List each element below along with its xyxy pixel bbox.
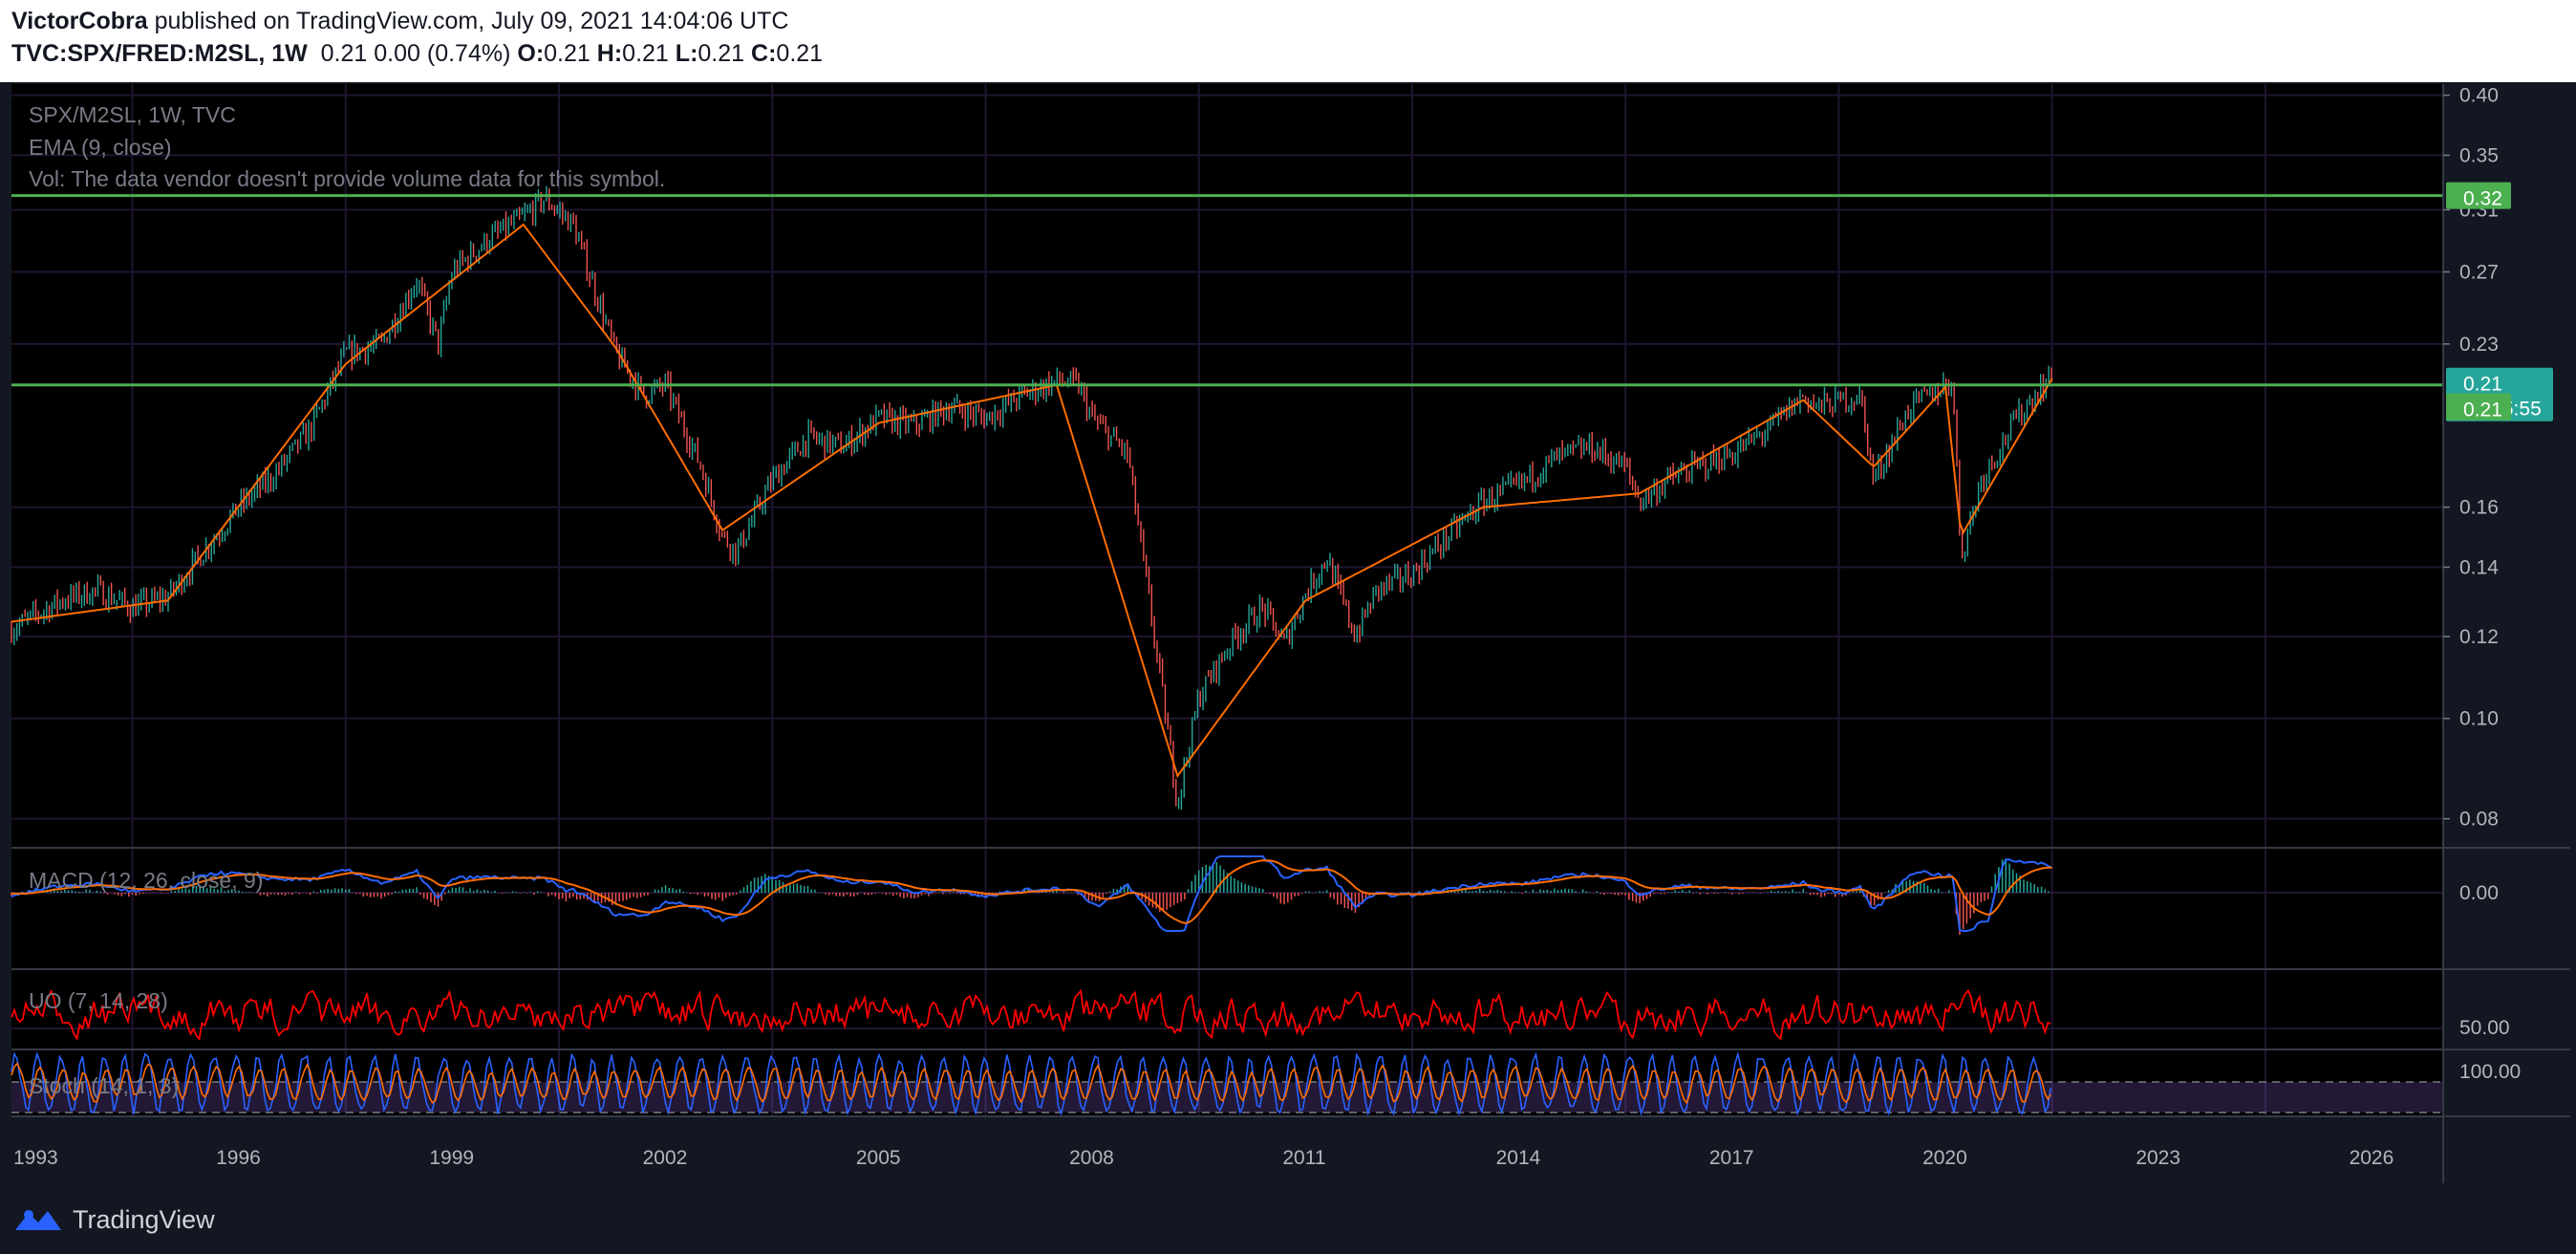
high-value: 0.21 xyxy=(622,40,669,67)
change-value: 0.00 (0.74%) xyxy=(374,40,511,67)
legend-main[interactable]: SPX/M2SL, 1W, TVC xyxy=(29,102,236,127)
publication-header: VictorCobra published on TradingView.com… xyxy=(0,0,2576,82)
hline-high-label-text: 0.32 xyxy=(2463,188,2502,210)
time-tick-label: 2026 xyxy=(2350,1147,2394,1169)
indicator-tick-label: 100.00 xyxy=(2459,1061,2521,1083)
time-tick-label: 2014 xyxy=(1496,1147,1541,1169)
open-value: 0.21 xyxy=(544,40,590,67)
legend-vol[interactable]: Vol: The data vendor doesn't provide vol… xyxy=(29,166,665,191)
ema-value-label-text: 0.21 xyxy=(2463,400,2502,422)
price-tick-label: 0.35 xyxy=(2459,144,2499,166)
price-tick-label: 0.23 xyxy=(2459,334,2499,356)
quote-line: TVC:SPX/FRED:M2SL, 1W 0.21 0.00 (0.74%) … xyxy=(11,40,823,68)
author-name[interactable]: VictorCobra xyxy=(11,8,148,34)
price-tick-label: 0.27 xyxy=(2459,261,2499,283)
low-value: 0.21 xyxy=(698,40,745,67)
price-tick-label: 0.12 xyxy=(2459,626,2499,648)
indicator-tick-label: 50.00 xyxy=(2459,1017,2510,1039)
published-text: published on TradingView.com, July 09, 2… xyxy=(154,8,789,34)
price-tick-label: 0.40 xyxy=(2459,85,2499,107)
time-tick-label: 2008 xyxy=(1069,1147,1114,1169)
publication-line: VictorCobra published on TradingView.com… xyxy=(11,8,788,35)
macd-pane[interactable] xyxy=(11,849,2443,969)
last-value: 0.21 xyxy=(320,40,368,67)
price-tick-label: 0.14 xyxy=(2459,556,2499,578)
last-price-label-text: 0.21 xyxy=(2463,374,2502,396)
symbol-label[interactable]: TVC:SPX/FRED:M2SL, 1W xyxy=(11,40,308,67)
indicator-tick-label: 0.00 xyxy=(2459,882,2499,904)
low-label: L: xyxy=(675,40,698,67)
tradingview-brand[interactable]: TradingView xyxy=(13,1200,215,1239)
time-tick-label: 1999 xyxy=(429,1147,474,1169)
time-tick-label: 2017 xyxy=(1709,1147,1754,1169)
main-pane[interactable] xyxy=(11,84,2443,848)
chart-canvas[interactable]: SPX/M2SL, 1W, TVC EMA (9, close) Vol: Th… xyxy=(0,82,2576,1185)
price-tick-label: 0.10 xyxy=(2459,708,2499,730)
price-tick-label: 0.08 xyxy=(2459,809,2499,831)
time-tick-label: 2002 xyxy=(643,1147,688,1169)
time-tick-label: 2005 xyxy=(856,1147,901,1169)
price-tick-label: 0.16 xyxy=(2459,497,2499,519)
time-tick-label: 1993 xyxy=(13,1147,58,1169)
time-tick-label: 1996 xyxy=(216,1147,261,1169)
close-value: 0.21 xyxy=(776,40,824,67)
open-label: O: xyxy=(517,40,545,67)
time-tick-label: 2023 xyxy=(2136,1147,2180,1169)
legend-ema[interactable]: EMA (9, close) xyxy=(29,135,172,160)
time-tick-label: 2011 xyxy=(1282,1147,1325,1169)
high-label: H: xyxy=(596,40,623,67)
brand-name: TradingView xyxy=(73,1204,215,1234)
legend-uo[interactable]: UO (7, 14, 28) xyxy=(29,988,168,1013)
close-label: C: xyxy=(751,40,777,67)
legend-stoch[interactable]: Stoch (14, 1, 3) xyxy=(29,1073,179,1098)
legend-macd[interactable]: MACD (12, 26, close, 9) xyxy=(29,868,263,893)
tradingview-logo-icon xyxy=(15,1210,61,1230)
footer-bar: TradingView xyxy=(0,1185,2576,1254)
time-tick-label: 2020 xyxy=(1922,1147,1967,1169)
